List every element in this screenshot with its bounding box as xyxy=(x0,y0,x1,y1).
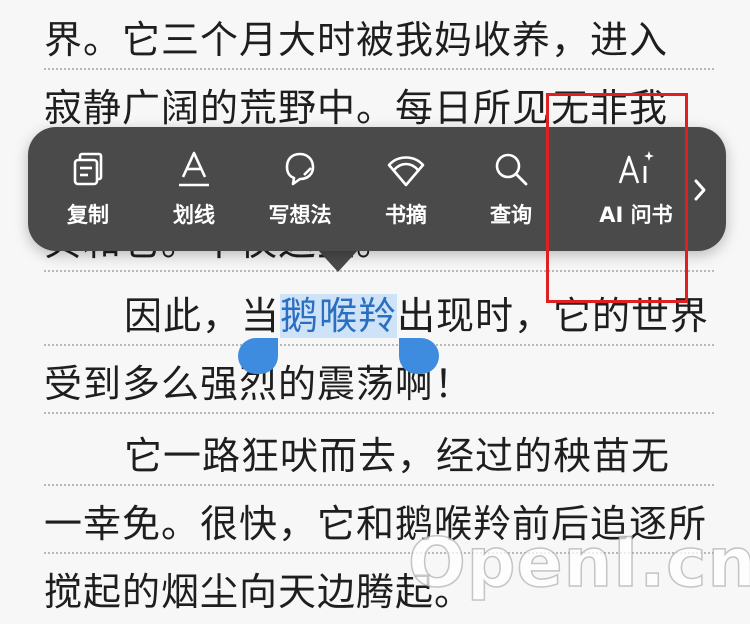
excerpt-button[interactable]: 书摘 xyxy=(356,149,456,235)
write-thought-label: 写想法 xyxy=(268,203,332,227)
search-icon xyxy=(495,153,528,186)
underline-label: 划线 xyxy=(173,203,215,227)
text-line-1[interactable]: 界。它三个月大时被我妈收养，进入 xyxy=(44,12,714,70)
text-before-selection: 因此，当 xyxy=(124,294,281,338)
watermark: OpenI.cn xyxy=(407,523,750,604)
selected-text[interactable]: 鹅喉羚 xyxy=(280,294,398,338)
selection-start-handle[interactable] xyxy=(238,338,278,374)
copy-label: 复制 xyxy=(67,203,109,227)
chevron-right-icon[interactable] xyxy=(688,175,712,205)
highlight-annotation-box xyxy=(546,93,688,303)
excerpt-label: 书摘 xyxy=(385,203,427,227)
copy-button[interactable]: 复制 xyxy=(38,149,138,235)
text-line-5[interactable]: 受到多么强烈的震荡啊！ xyxy=(44,356,714,414)
copy-icon xyxy=(73,152,103,186)
write-thought-button[interactable]: 写想法 xyxy=(250,149,350,235)
excerpt-icon xyxy=(387,156,425,187)
text-line-6[interactable]: 它一路狂吠而去，经过的秧苗无 xyxy=(44,428,714,486)
toolbar-pointer xyxy=(318,250,358,272)
underline-icon xyxy=(179,151,209,187)
thought-bubble-icon xyxy=(285,152,315,186)
selection-end-handle[interactable] xyxy=(399,338,439,374)
underline-button[interactable]: 划线 xyxy=(144,149,244,235)
